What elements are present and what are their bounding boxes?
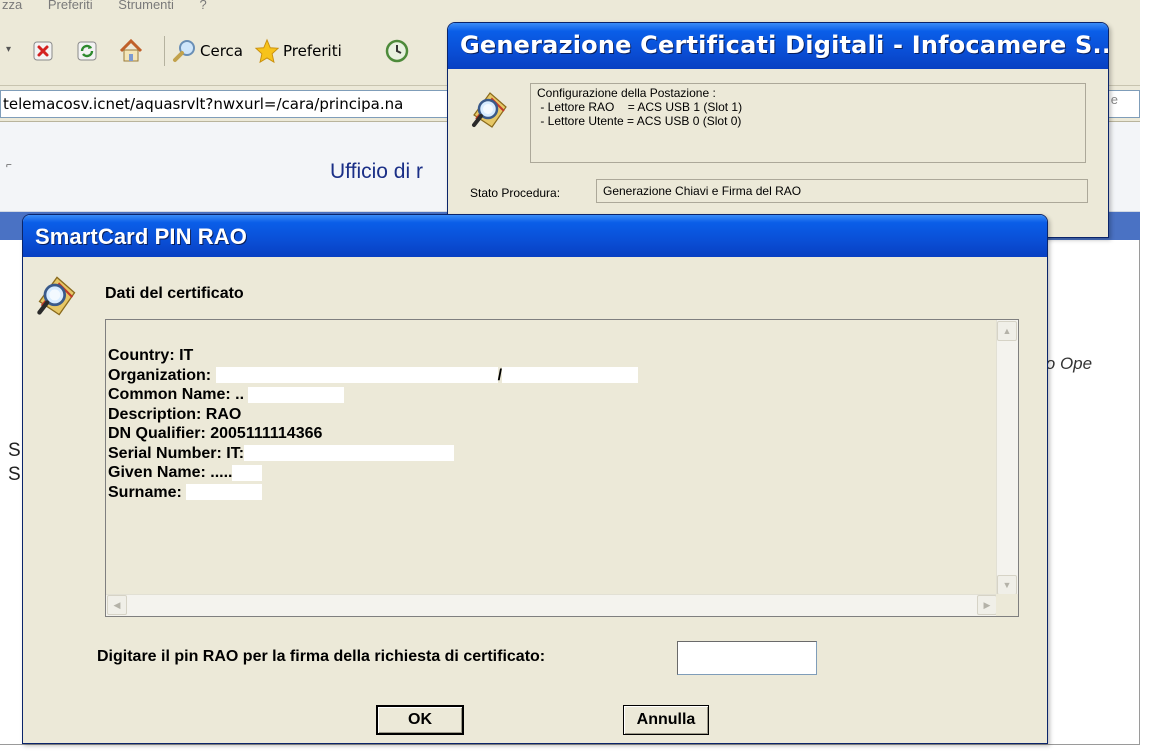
cert-organization-label: Organization: bbox=[108, 366, 212, 384]
cert-dn-qualifier: DN Qualifier: 2005111114366 bbox=[108, 425, 323, 442]
cert-surname: Surname: bbox=[108, 483, 638, 503]
menu-item-view[interactable]: zza bbox=[2, 0, 22, 12]
menu-bar: zza Preferiti Strumenti ? bbox=[0, 0, 1140, 14]
dropdown-arrow-icon[interactable]: ▾ bbox=[6, 44, 11, 55]
history-icon bbox=[385, 39, 409, 63]
scroll-left-icon[interactable]: ◀ bbox=[107, 595, 127, 615]
generation-window: Generazione Certificati Digitali - Infoc… bbox=[447, 22, 1109, 238]
page-left-text: S bbox=[8, 464, 21, 485]
redaction-block bbox=[502, 367, 639, 384]
menu-item-tools[interactable]: Strumenti bbox=[118, 0, 174, 12]
cert-given-name: Given Name: ..... bbox=[108, 463, 638, 483]
screen: zza Preferiti Strumenti ? ▾ Cerca Prefer… bbox=[0, 0, 1156, 756]
favorites-label[interactable]: Preferiti bbox=[283, 42, 342, 60]
redaction-block bbox=[232, 464, 263, 481]
scroll-right-icon[interactable]: ▶ bbox=[977, 595, 997, 615]
scrollbar-corner bbox=[996, 594, 1018, 616]
stop-icon bbox=[33, 41, 53, 61]
history-button[interactable] bbox=[384, 38, 410, 64]
ok-button[interactable]: OK bbox=[376, 705, 464, 735]
page-title: Ufficio di r bbox=[330, 160, 423, 183]
menu-item-favorites[interactable]: Preferiti bbox=[48, 0, 93, 12]
certificate-details-box[interactable]: Country: IT Organization: / Common Name:… bbox=[105, 319, 1019, 617]
refresh-icon bbox=[77, 41, 97, 61]
search-label[interactable]: Cerca bbox=[200, 42, 243, 60]
cert-serial-number: Serial Number: IT: bbox=[108, 444, 638, 464]
pin-label: Digitare il pin RAO per la firma della r… bbox=[97, 648, 546, 665]
cancel-button[interactable]: Annulla bbox=[623, 705, 709, 735]
key-inspect-icon bbox=[470, 89, 510, 136]
redaction-block bbox=[244, 445, 455, 462]
redaction-block bbox=[186, 484, 263, 501]
menu-item-help[interactable]: ? bbox=[200, 0, 207, 12]
stop-button[interactable] bbox=[30, 38, 56, 64]
horizontal-scrollbar[interactable]: ◀ ▶ bbox=[106, 594, 998, 616]
favorites-button[interactable] bbox=[254, 38, 280, 64]
pin-input[interactable] bbox=[677, 641, 817, 675]
config-line: - Lettore RAO = ACS USB 1 (Slot 1) bbox=[537, 100, 743, 114]
search-button[interactable] bbox=[172, 38, 198, 64]
home-icon bbox=[119, 38, 143, 62]
vertical-scrollbar[interactable]: ▲ ▼ bbox=[996, 320, 1018, 596]
certificate-heading: Dati del certificato bbox=[105, 285, 244, 302]
refresh-button[interactable] bbox=[74, 38, 100, 64]
redaction-block bbox=[215, 367, 498, 384]
cert-common-name-label: Common Name: .. bbox=[108, 386, 245, 403]
config-line: Configurazione della Postazione : bbox=[537, 86, 716, 100]
config-line: - Lettore Utente = ACS USB 0 (Slot 0) bbox=[537, 114, 742, 128]
scroll-up-icon[interactable]: ▲ bbox=[997, 321, 1017, 341]
redaction-block bbox=[248, 386, 345, 403]
cert-serial-number-label: Serial Number: IT: bbox=[108, 444, 245, 462]
toolbar-separator bbox=[164, 36, 165, 66]
smartcard-pin-dialog: SmartCard PIN RAO Dati del certificato C… bbox=[22, 214, 1048, 744]
header-logo-icon: ⌐ bbox=[6, 160, 12, 171]
search-icon bbox=[173, 40, 195, 62]
scroll-down-icon[interactable]: ▼ bbox=[997, 575, 1017, 595]
cert-country: Country: IT bbox=[108, 347, 194, 364]
config-box: Configurazione della Postazione : - Lett… bbox=[530, 83, 1086, 163]
cert-description: Description: RAO bbox=[108, 405, 242, 423]
smartcard-dialog-title[interactable]: SmartCard PIN RAO bbox=[23, 215, 1047, 257]
cert-given-name-label: Given Name: ..... bbox=[108, 464, 233, 481]
home-button[interactable] bbox=[118, 38, 144, 64]
cert-common-name: Common Name: .. bbox=[108, 385, 638, 405]
status-label: Stato Procedura: bbox=[470, 186, 561, 200]
generation-window-title[interactable]: Generazione Certificati Digitali - Infoc… bbox=[448, 23, 1108, 69]
address-edge-text: e bbox=[1110, 92, 1118, 107]
page-left-text: S bbox=[8, 440, 21, 461]
page-side-text: io Ope bbox=[1042, 354, 1093, 373]
cert-organization: Organization: / bbox=[108, 366, 639, 386]
star-icon bbox=[254, 38, 280, 64]
key-inspect-icon bbox=[35, 273, 79, 324]
certificate-lines: Country: IT Organization: / Common Name:… bbox=[108, 346, 639, 503]
address-text: telemacosv.icnet/aquasrvlt?nwxurl=/cara/… bbox=[3, 95, 404, 113]
status-value: Generazione Chiavi e Firma del RAO bbox=[596, 179, 1088, 203]
cert-surname-label: Surname: bbox=[108, 483, 182, 501]
